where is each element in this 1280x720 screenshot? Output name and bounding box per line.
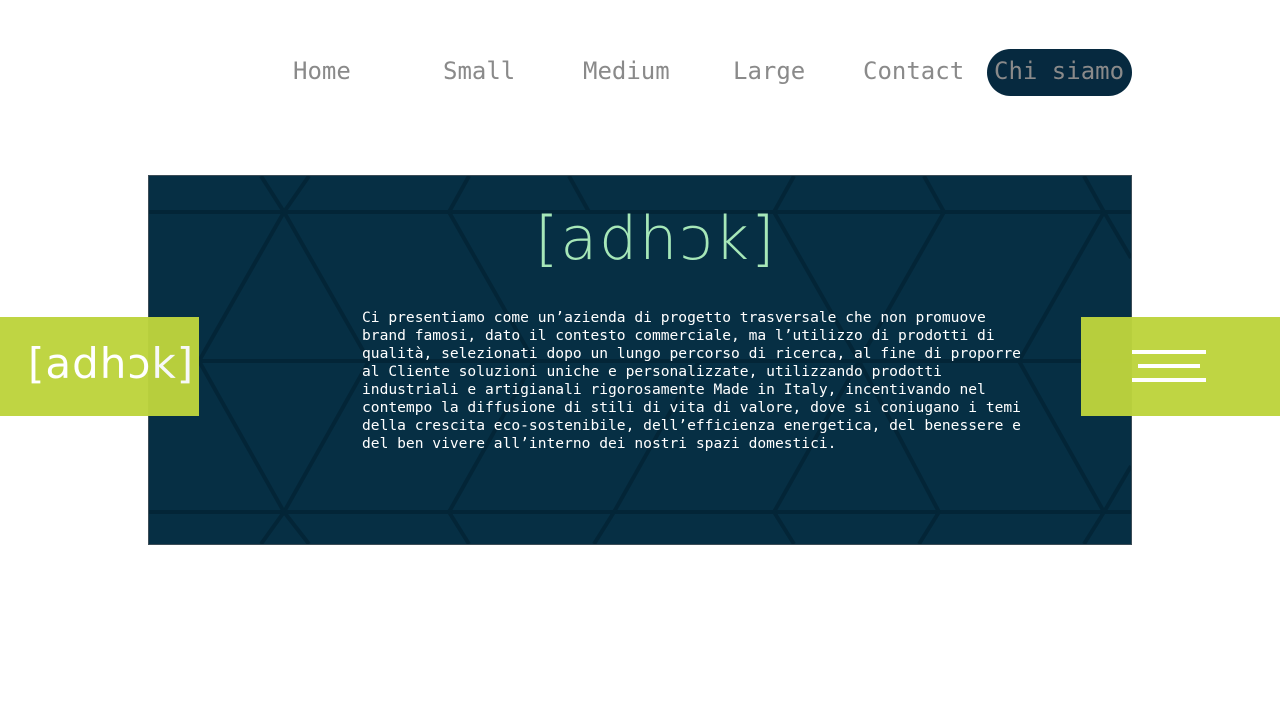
side-logo-box[interactable]: [adhɔk] [0, 317, 199, 416]
nav-small[interactable]: Small [443, 49, 515, 96]
hero-logo: [adhɔk] [535, 204, 777, 274]
menu-box[interactable] [1081, 317, 1280, 416]
nav-medium[interactable]: Medium [583, 49, 670, 96]
side-logo: [adhɔk] [28, 339, 195, 388]
nav-home[interactable]: Home [293, 49, 351, 96]
hero-description: Ci presentiamo come un’azienda di proget… [362, 309, 1021, 452]
nav-large[interactable]: Large [733, 49, 805, 96]
hamburger-line [1138, 364, 1200, 368]
hamburger-line [1132, 350, 1206, 354]
hero-panel: [adhɔk] Ci presentiamo come un’azienda d… [148, 175, 1132, 545]
hamburger-menu-icon[interactable] [1132, 350, 1206, 384]
nav-chi-siamo[interactable]: Chi siamo [987, 49, 1132, 96]
hamburger-line [1132, 378, 1206, 382]
nav-contact[interactable]: Contact [863, 49, 964, 96]
